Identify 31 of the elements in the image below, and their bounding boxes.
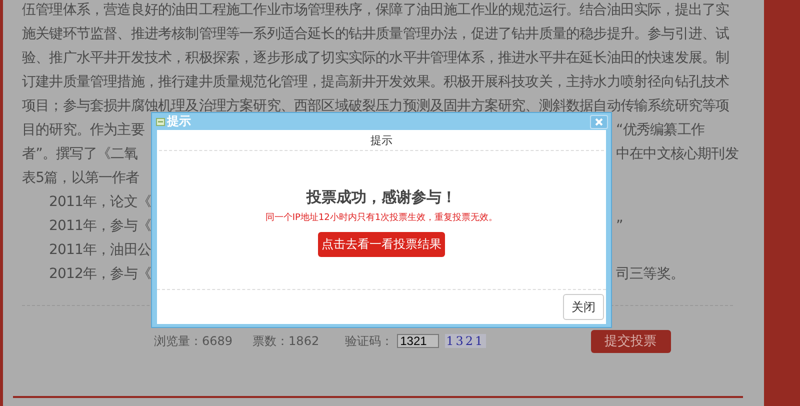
- text-line: 者”。撰写了《二氧: [22, 145, 138, 164]
- text-line: 施关键环节监督、推进考核制管理等一系列适合延长的钻井质量管理办法，促进了钻井质量的稳步提升。参与引进、试: [22, 25, 730, 44]
- text-line: 中在中文核心期刊发: [616, 145, 738, 164]
- text-line: ”: [616, 217, 623, 236]
- window-icon: [156, 118, 165, 126]
- text-line: 表5篇，以第一作者: [22, 169, 140, 188]
- text-line: “优秀编纂工作: [616, 121, 704, 140]
- close-button[interactable]: [590, 114, 608, 128]
- notice-text: 同一个IP地址12小时内只有1次投票生效，重复投票无效。: [265, 212, 498, 224]
- text-line: 伍管理体系，营造良好的油田工程施工作业市场管理秩序，保障了油田施工作业的规范运行。结合油田实际，提出了实: [22, 1, 730, 20]
- submit-button[interactable]: 提交投票: [590, 330, 671, 352]
- text-line: 2012年，参与《: [49, 265, 152, 284]
- text-line: 2011年，参与《: [49, 217, 152, 236]
- text-line: 2011年，油田公: [49, 241, 152, 260]
- text-line: 司三等奖。: [616, 265, 684, 284]
- text-line: 目的研究。作为主要: [22, 121, 144, 140]
- close-icon: [595, 118, 603, 126]
- stat-text: 浏览量：6689: [154, 332, 233, 350]
- stat-text: 票数：1862: [252, 332, 320, 350]
- dialog-title: 提示: [167, 113, 191, 130]
- view-results-button[interactable]: 点击去看一看投票结果: [318, 232, 445, 257]
- captcha-field[interactable]: 1321: [397, 334, 440, 348]
- captcha-label: 验证码：: [345, 332, 394, 350]
- text-line: 验、推广水平井开发技术，积极探索，逐步形成了切实实际的水平井管理体系，推进水平井在延长油田的快速发展。制: [22, 49, 730, 68]
- success-heading: 投票成功，感谢参与！: [306, 188, 456, 207]
- text-line: 项目；参与套损井腐蚀机理及治理方案研究、西部区域破裂压力预测及固井方案研究、测斜数据自动传输系统研究等项: [22, 97, 730, 115]
- text-line: 订建井质量管理措施，推行建井质量规范化管理，提高新井开发效果。积极开展科技攻关，主持水力喷射径向钻孔技术: [22, 73, 730, 92]
- text-line: 2011年，论文《: [49, 193, 152, 212]
- close-button[interactable]: 关闭: [563, 294, 604, 320]
- dialog-header: 提示: [159, 130, 604, 151]
- captcha-image: 1321: [445, 334, 486, 348]
